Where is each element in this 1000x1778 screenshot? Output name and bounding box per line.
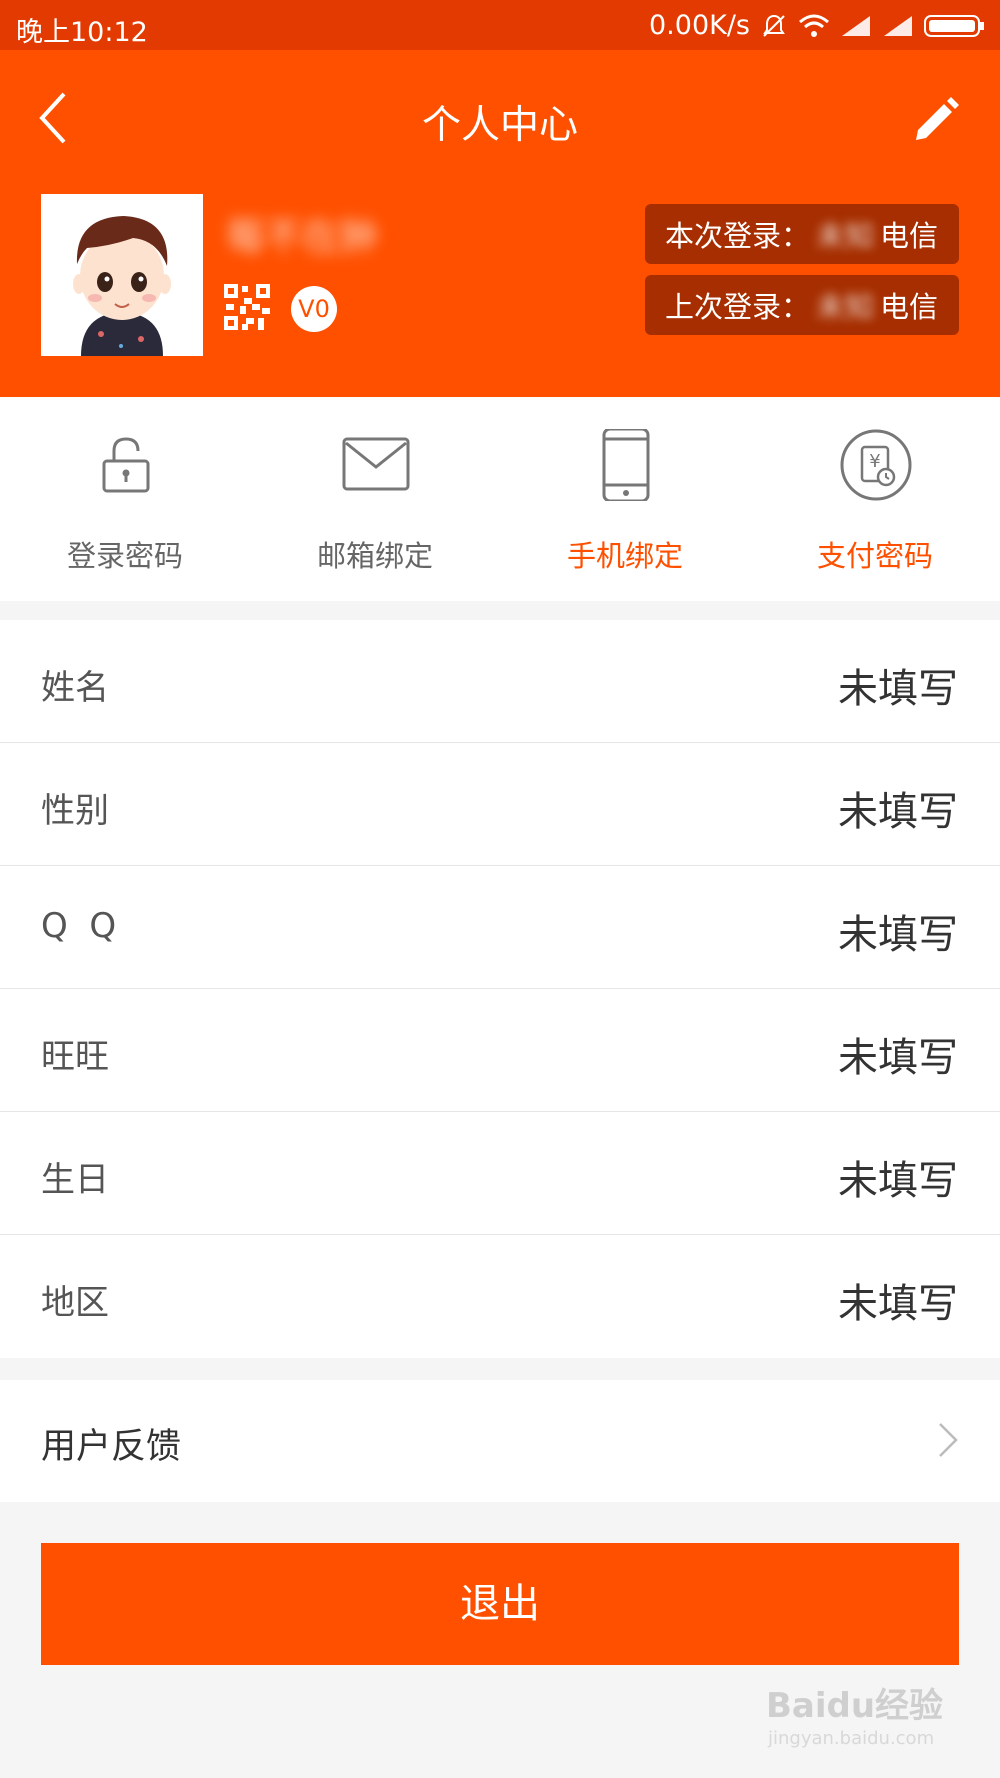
profile-row-wangwang[interactable]: 旺旺 未填写 bbox=[0, 989, 1000, 1112]
profile-row-name[interactable]: 姓名 未填写 bbox=[0, 620, 1000, 743]
profile-row-gender[interactable]: 性别 未填写 bbox=[0, 743, 1000, 866]
baidu-watermark-url: jingyan.baidu.com bbox=[768, 1728, 935, 1749]
vip-level-badge[interactable]: V0 bbox=[291, 286, 337, 332]
edit-pencil-icon[interactable] bbox=[910, 92, 962, 144]
baidu-watermark: Baidu经验 bbox=[766, 1686, 944, 1726]
payment-password-label: 支付密码 bbox=[816, 539, 933, 573]
signal-icon-2 bbox=[884, 15, 912, 36]
email-binding-label: 邮箱绑定 bbox=[316, 539, 433, 573]
payment-password-icon: ¥ bbox=[840, 429, 912, 501]
security-quick-actions: 登录密码 邮箱绑定 手机绑定 ¥ 支付密码 bbox=[0, 397, 1000, 601]
field-value: 未填写 bbox=[838, 666, 958, 712]
username: 莓不在肿 bbox=[226, 215, 379, 259]
payment-password-button[interactable]: ¥ 支付密码 bbox=[750, 397, 1000, 601]
profile-row-qq[interactable]: Q Q 未填写 bbox=[0, 866, 1000, 989]
wifi-icon bbox=[799, 14, 829, 37]
profile-row-region[interactable]: 地区 未填写 bbox=[0, 1235, 1000, 1358]
this-login-isp: 电信 bbox=[880, 219, 939, 253]
mail-icon bbox=[342, 437, 410, 491]
status-icons: 0.00K/s bbox=[649, 10, 986, 41]
field-label: Q Q bbox=[41, 906, 117, 946]
field-label: 性别 bbox=[41, 791, 109, 831]
svg-text:¥: ¥ bbox=[869, 451, 880, 472]
field-label: 姓名 bbox=[41, 668, 109, 708]
avatar-cartoon-image bbox=[41, 194, 203, 356]
last-login-isp: 电信 bbox=[880, 290, 939, 324]
lock-icon bbox=[102, 437, 150, 493]
avatar[interactable] bbox=[41, 194, 203, 356]
last-login-label: 上次登录： bbox=[665, 290, 811, 324]
last-login-info: 上次登录： 未知 电信 bbox=[645, 275, 959, 335]
this-login-label: 本次登录： bbox=[665, 219, 811, 253]
logout-button[interactable]: 退出 bbox=[41, 1543, 959, 1665]
login-password-label: 登录密码 bbox=[66, 539, 183, 573]
phone-binding-label: 手机绑定 bbox=[566, 539, 683, 573]
page-title: 个人中心 bbox=[421, 103, 578, 148]
mute-bell-icon bbox=[763, 14, 785, 37]
this-login-location: 未知 bbox=[816, 219, 875, 253]
status-bar: 晚上10:12 0.00K/s bbox=[0, 0, 1000, 50]
status-time: 晚上10:12 bbox=[16, 17, 148, 48]
login-password-button[interactable]: 登录密码 bbox=[0, 397, 250, 601]
phone-binding-button[interactable]: 手机绑定 bbox=[500, 397, 750, 601]
this-login-info: 本次登录： 未知 电信 bbox=[645, 204, 959, 264]
profile-header: 个人中心 莓不在肿 V0 本次登录： 未知 电信 上次登录： 未知 电信 bbox=[0, 50, 1000, 397]
field-value: 未填写 bbox=[838, 1035, 958, 1081]
field-value: 未填写 bbox=[838, 1281, 958, 1327]
field-label: 生日 bbox=[41, 1160, 109, 1200]
last-login-location: 未知 bbox=[816, 290, 875, 324]
network-speed: 0.00K/s bbox=[649, 10, 750, 41]
chevron-right-icon bbox=[939, 1423, 958, 1457]
field-value: 未填写 bbox=[838, 912, 958, 958]
feedback-label: 用户反馈 bbox=[41, 1427, 182, 1467]
field-value: 未填写 bbox=[838, 789, 958, 835]
qr-code-icon[interactable] bbox=[224, 284, 270, 330]
email-binding-button[interactable]: 邮箱绑定 bbox=[250, 397, 500, 601]
field-value: 未填写 bbox=[838, 1158, 958, 1204]
field-label: 旺旺 bbox=[41, 1037, 109, 1077]
user-feedback-row[interactable]: 用户反馈 bbox=[0, 1380, 1000, 1502]
profile-row-birthday[interactable]: 生日 未填写 bbox=[0, 1112, 1000, 1235]
phone-icon bbox=[602, 429, 650, 501]
field-label: 地区 bbox=[41, 1283, 109, 1323]
signal-icon bbox=[842, 15, 870, 36]
battery-icon bbox=[924, 14, 984, 37]
profile-fields-list: 姓名 未填写 性别 未填写 Q Q 未填写 旺旺 未填写 生日 未填写 地区 未… bbox=[0, 620, 1000, 1358]
